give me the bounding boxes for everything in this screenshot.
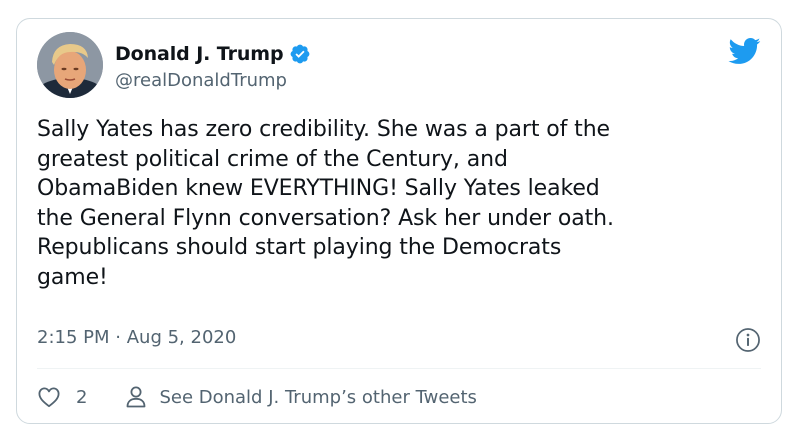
heart-icon[interactable] (37, 386, 61, 408)
tweet-embed-card[interactable]: Donald J. Trump @realDonaldTrump Sally Y… (16, 18, 782, 424)
like-button[interactable]: 2 (37, 386, 87, 408)
divider (37, 368, 761, 369)
author-handle[interactable]: @realDonaldTrump (115, 70, 287, 91)
tweet-date[interactable]: Aug 5, 2020 (127, 327, 237, 348)
see-other-tweets-label[interactable]: See Donald J. Trump’s other Tweets (159, 387, 476, 408)
meta-separator: · (115, 327, 121, 348)
author-display-name[interactable]: Donald J. Trump (115, 43, 284, 65)
see-other-tweets-link[interactable]: See Donald J. Trump’s other Tweets (125, 385, 477, 409)
user-icon[interactable] (125, 385, 147, 409)
avatar-image (37, 32, 103, 98)
verified-badge-icon (289, 43, 311, 65)
info-icon[interactable] (735, 327, 761, 353)
like-count[interactable]: 2 (76, 387, 87, 408)
avatar[interactable] (37, 32, 103, 98)
twitter-bird-icon[interactable] (727, 37, 761, 65)
tweet-actions: 2 See Donald J. Trump’s other Tweets (37, 383, 477, 411)
tweet-time[interactable]: 2:15 PM (37, 327, 110, 348)
tweet-text: Sally Yates has zero credibility. She wa… (37, 117, 614, 290)
author-name-row[interactable]: Donald J. Trump (115, 41, 311, 67)
tweet-timestamp[interactable]: 2:15 PM · Aug 5, 2020 (37, 327, 236, 348)
